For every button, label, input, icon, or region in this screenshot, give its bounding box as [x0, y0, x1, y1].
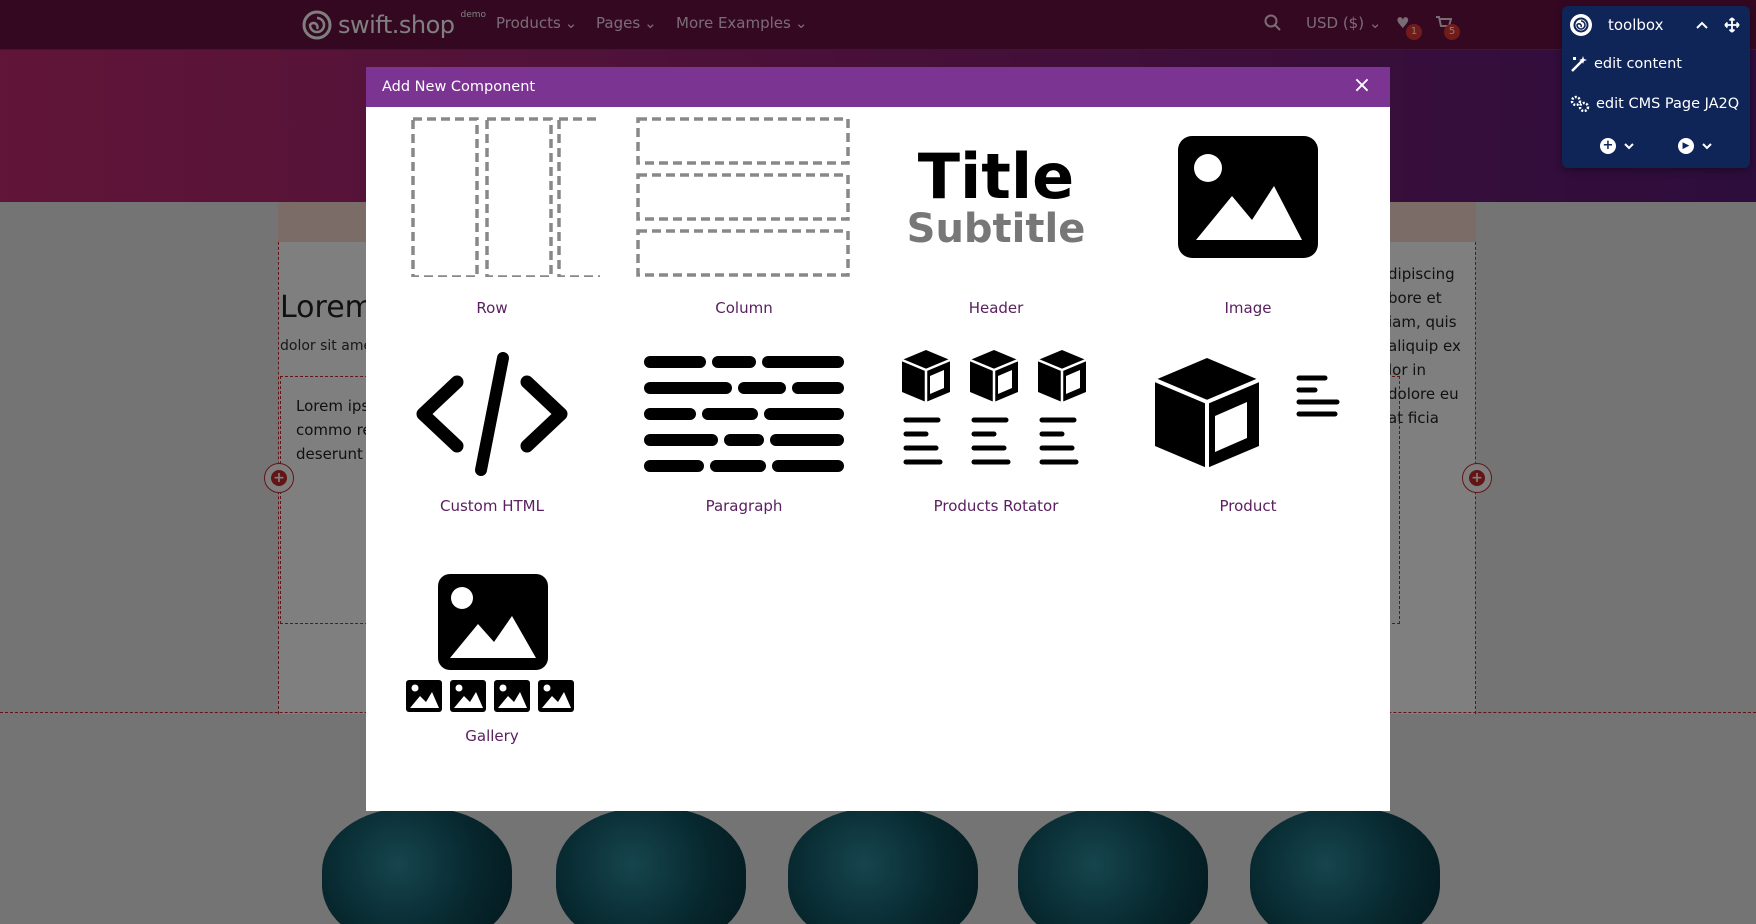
edit-content-label: edit content — [1594, 56, 1682, 72]
toolbox-footer: + ▶ — [1562, 124, 1750, 168]
code-icon — [366, 349, 618, 479]
toolbox-panel: toolbox edit content edit CMS Page JA2Q … — [1562, 6, 1750, 168]
magic-wand-icon — [1571, 56, 1587, 72]
dialog-header: Add New Component × — [366, 67, 1390, 107]
chevron-up-icon — [1696, 21, 1708, 29]
gears-icon — [1570, 95, 1590, 113]
component-label: Image — [1224, 299, 1272, 317]
component-image[interactable]: Image — [1122, 107, 1374, 317]
edit-cms-page-label: edit CMS Page JA2Q — [1596, 96, 1740, 112]
chevron-down-icon — [1624, 142, 1634, 149]
header-icon: Title Subtitle — [870, 117, 1122, 277]
edit-content-button[interactable]: edit content — [1562, 44, 1750, 84]
toolbox-title: toolbox — [1608, 16, 1664, 34]
component-label: Custom HTML — [440, 497, 544, 515]
component-label: Column — [715, 299, 773, 317]
component-paragraph[interactable]: Paragraph — [618, 335, 870, 535]
component-label: Product — [1219, 497, 1277, 515]
paragraph-icon — [618, 349, 870, 479]
gallery-icon — [366, 573, 618, 713]
image-icon — [1122, 117, 1374, 277]
component-label: Paragraph — [705, 497, 783, 515]
toolbox-header: toolbox — [1562, 6, 1750, 44]
add-component-dialog: Add New Component × Row Column Title Sub… — [366, 67, 1390, 811]
add-menu-button[interactable]: + — [1600, 138, 1634, 154]
edit-cms-page-button[interactable]: edit CMS Page JA2Q — [1562, 84, 1750, 124]
component-column[interactable]: Column — [618, 107, 870, 317]
component-product[interactable]: Product — [1122, 335, 1374, 535]
row-layout-icon — [366, 117, 618, 277]
component-products-rotator[interactable]: Products Rotator — [870, 335, 1122, 535]
swirl-logo-icon — [1570, 14, 1592, 36]
component-label: Gallery — [465, 727, 519, 745]
header-icon-title: Title — [917, 140, 1075, 213]
plus-circle-icon: + — [1600, 138, 1616, 154]
component-gallery[interactable]: Gallery — [366, 563, 618, 763]
move-arrows-icon — [1724, 17, 1740, 33]
move-toolbox-handle[interactable] — [1722, 15, 1742, 35]
component-label: Products Rotator — [933, 497, 1059, 515]
dialog-title: Add New Component — [382, 79, 536, 95]
chevron-down-icon — [1702, 142, 1712, 149]
component-custom-html[interactable]: Custom HTML — [366, 335, 618, 535]
header-icon-subtitle: Subtitle — [906, 206, 1086, 252]
products-rotator-icon — [870, 345, 1122, 475]
component-label: Row — [476, 299, 508, 317]
column-layout-icon — [618, 117, 870, 277]
play-menu-button[interactable]: ▶ — [1678, 138, 1712, 154]
collapse-toolbox-button[interactable] — [1692, 15, 1712, 35]
close-icon[interactable]: × — [1350, 75, 1374, 99]
component-row[interactable]: Row — [366, 107, 618, 317]
component-label: Header — [968, 299, 1024, 317]
component-header[interactable]: Title Subtitle Header — [870, 107, 1122, 318]
product-icon — [1122, 349, 1374, 479]
play-circle-icon: ▶ — [1678, 138, 1694, 154]
